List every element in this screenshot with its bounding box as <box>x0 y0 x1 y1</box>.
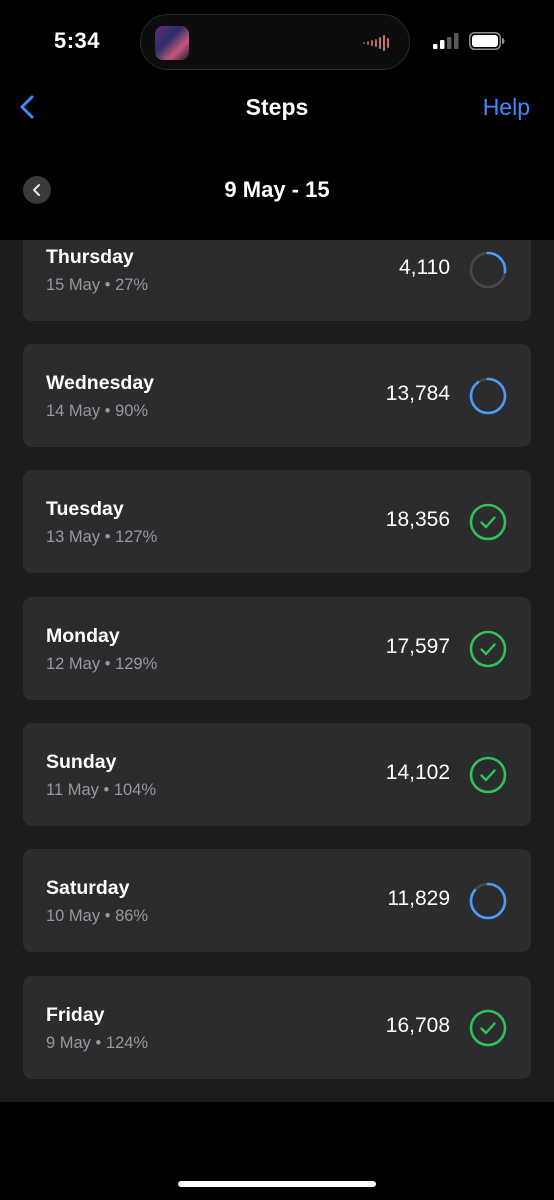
progress-ring-icon <box>469 882 507 920</box>
signal-icon <box>433 33 459 49</box>
day-percent: 90% <box>115 402 149 420</box>
day-name: Monday <box>46 625 120 647</box>
day-percent: 104% <box>113 781 157 799</box>
day-card[interactable]: Sunday 11 May • 104% 14,102 <box>23 723 531 826</box>
day-date: 15 May <box>46 276 101 294</box>
day-date: 12 May <box>46 655 101 673</box>
nav-bar: Steps Help <box>0 80 554 136</box>
step-count: 13,784 <box>385 382 450 405</box>
day-name: Saturday <box>46 877 130 899</box>
step-count: 17,597 <box>385 635 450 658</box>
step-count: 4,110 <box>399 256 450 279</box>
progress-ring-icon <box>469 377 507 415</box>
step-count: 18,356 <box>385 508 450 531</box>
day-percent: 129% <box>115 655 158 673</box>
day-date: 11 May <box>46 781 99 799</box>
day-name: Friday <box>46 1004 105 1026</box>
day-subtitle: 15 May • 27% <box>46 276 149 294</box>
goal-met-check-icon <box>469 1009 507 1047</box>
day-card[interactable]: Tuesday 13 May • 127% 18,356 <box>23 470 531 573</box>
day-subtitle: 10 May • 86% <box>46 907 149 925</box>
step-count: 11,829 <box>387 887 450 910</box>
day-list[interactable]: Thursday 15 May • 27% 4,110 Wednesday 14… <box>0 240 554 1102</box>
day-subtitle: 11 May • 104% <box>46 781 157 799</box>
goal-met-check-icon <box>469 630 507 668</box>
week-range: 9 May - 15 <box>224 177 330 202</box>
week-selector: 9 May - 15 <box>0 160 554 220</box>
day-percent: 27% <box>115 276 149 294</box>
day-subtitle: 9 May • 124% <box>46 1034 149 1052</box>
day-percent: 127% <box>115 528 158 546</box>
day-percent: 86% <box>115 907 149 925</box>
page-title: Steps <box>245 94 309 120</box>
dynamic-island[interactable] <box>140 14 410 70</box>
day-card[interactable]: Thursday 15 May • 27% 4,110 <box>23 240 531 321</box>
day-date: 9 May <box>46 1034 91 1052</box>
day-date: 10 May <box>46 907 101 925</box>
goal-met-check-icon <box>469 503 507 541</box>
progress-ring-icon <box>469 251 507 289</box>
status-bar: 5:34 <box>0 0 554 80</box>
battery-icon <box>469 32 505 50</box>
day-date: 13 May <box>46 528 101 546</box>
day-name: Sunday <box>46 751 117 773</box>
day-card[interactable]: Monday 12 May • 129% 17,597 <box>23 597 531 700</box>
day-name: Tuesday <box>46 498 124 520</box>
day-name: Wednesday <box>46 372 155 394</box>
step-count: 14,102 <box>385 761 450 784</box>
day-card[interactable]: Friday 9 May • 124% 16,708 <box>23 976 531 1079</box>
audio-waveform-icon <box>363 35 389 51</box>
home-indicator[interactable] <box>178 1181 376 1187</box>
day-card[interactable]: Saturday 10 May • 86% 11,829 <box>23 849 531 952</box>
album-art-icon <box>155 26 189 60</box>
goal-met-check-icon <box>469 756 507 794</box>
step-count: 16,708 <box>385 1014 450 1037</box>
day-subtitle: 12 May • 129% <box>46 655 158 673</box>
day-name: Thursday <box>46 246 134 268</box>
day-date: 14 May <box>46 402 101 420</box>
day-subtitle: 13 May • 127% <box>46 528 158 546</box>
day-card[interactable]: Wednesday 14 May • 90% 13,784 <box>23 344 531 447</box>
day-subtitle: 14 May • 90% <box>46 402 149 420</box>
status-time: 5:34 <box>54 28 101 53</box>
day-percent: 124% <box>105 1034 149 1052</box>
help-link[interactable]: Help <box>483 94 530 121</box>
